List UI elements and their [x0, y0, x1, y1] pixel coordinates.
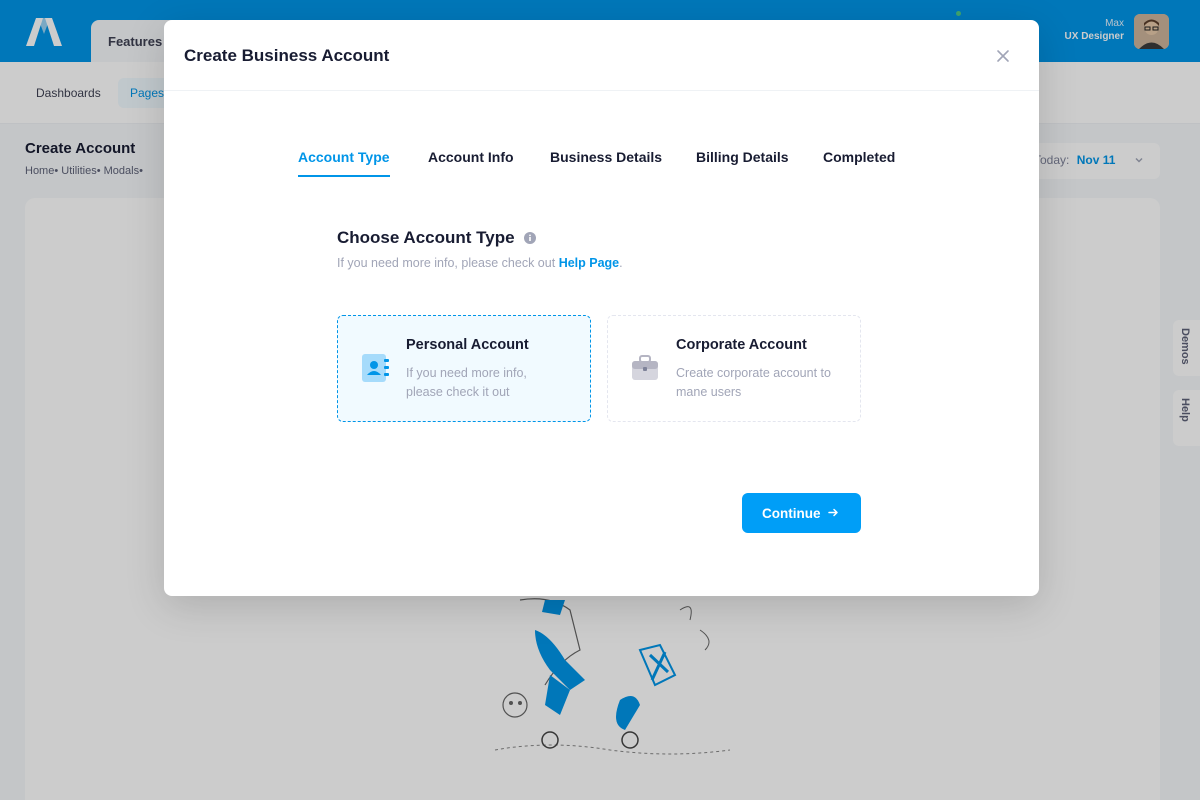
- step-billing-details[interactable]: Billing Details: [696, 149, 789, 175]
- corporate-account-option[interactable]: Corporate Account Create corporate accou…: [607, 315, 861, 422]
- corporate-account-title: Corporate Account: [676, 337, 807, 353]
- step-account-info[interactable]: Account Info: [428, 149, 514, 175]
- briefcase-icon: [632, 355, 658, 380]
- modal-header: Create Business Account: [164, 20, 1039, 91]
- close-icon[interactable]: [996, 49, 1010, 63]
- corporate-account-description: Create corporate account to mane users: [676, 366, 831, 399]
- personal-account-title: Personal Account: [406, 337, 529, 353]
- modal-title: Create Business Account: [184, 46, 390, 65]
- section-subtitle-text: If you need more info, please check out: [337, 256, 556, 270]
- section-subtitle-suffix: .: [619, 256, 623, 270]
- arrow-right-icon: [828, 508, 838, 517]
- continue-label: Continue: [762, 505, 821, 521]
- personal-account-description: If you need more info, please check it o…: [406, 366, 527, 399]
- continue-button[interactable]: Continue: [742, 493, 861, 533]
- step-completed[interactable]: Completed: [823, 149, 895, 175]
- address-book-icon: [362, 354, 389, 382]
- help-page-link[interactable]: Help Page: [559, 256, 619, 270]
- section-title: Choose Account Type: [337, 228, 515, 247]
- step-account-type[interactable]: Account Type: [298, 149, 390, 177]
- create-account-modal: Create Business Account Account Type Acc…: [164, 20, 1039, 596]
- info-icon[interactable]: [524, 232, 536, 244]
- section-subtitle: If you need more info, please check out …: [337, 256, 623, 270]
- personal-account-option[interactable]: Personal Account If you need more info, …: [337, 315, 591, 422]
- step-business-details[interactable]: Business Details: [550, 149, 662, 175]
